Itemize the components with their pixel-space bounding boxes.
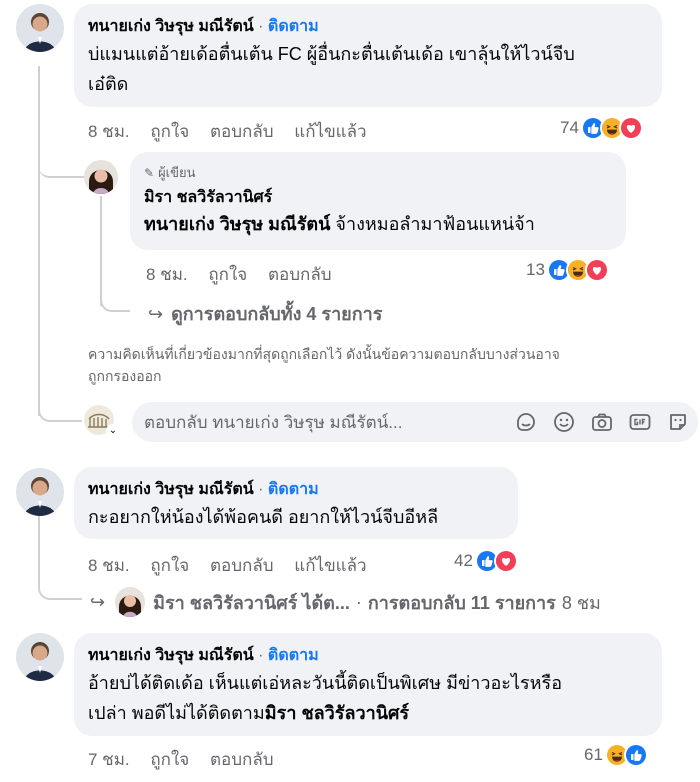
reply-text-body: จ้างหมอลำมาฟ้อนแหน่จ้า (335, 214, 535, 234)
filter-note-line: ความคิดเห็นที่เกี่ยวข้องมากที่สุดถูกเลือ… (88, 346, 560, 362)
reaction-summary[interactable]: 13 (526, 258, 609, 282)
reply-arrow-icon: ↪ (148, 304, 164, 324)
love-reaction-icon (618, 116, 643, 140)
author-badge: ✎ ผู้เขียน (144, 162, 612, 183)
comment-text-line: เปล่า พอดีไม่ได้ติดตามมิรา ชลวิรัลวานิศร… (88, 698, 648, 728)
reaction-summary[interactable]: 61 (584, 743, 648, 767)
comment-time[interactable]: 7 ชม. (88, 750, 130, 769)
comment-author[interactable]: ทนายเก่ง วิษรุษ มณีรัตน์ (88, 647, 254, 664)
thread-curve-view (100, 286, 130, 312)
chevron-down-icon[interactable]: ⌄ (106, 424, 120, 438)
latest-reply-preview[interactable]: ↪ มิรา ชลวิรัลวานิศร์ ได้ต... · การตอบกล… (90, 587, 601, 617)
reaction-summary[interactable]: 42 (454, 549, 518, 573)
comment-time[interactable]: 8 ชม. (88, 556, 130, 575)
reply-input-placeholder: ตอบกลับ ทนายเก่ง วิษรุษ มณีรัตน์... (144, 412, 403, 432)
avatar (115, 587, 146, 617)
reaction-summary[interactable]: 74 (560, 116, 643, 140)
follow-button[interactable]: ติดตาม (268, 481, 319, 498)
follow-button[interactable]: ติดตาม (268, 647, 319, 664)
reply-input-tools (514, 410, 698, 434)
comment-time[interactable]: 8 ชม. (88, 122, 130, 141)
pencil-icon: ✎ (144, 165, 155, 180)
mention-tag[interactable]: ทนายเก่ง วิษรุษ มณีรัตน์ (144, 214, 330, 234)
reply-text: ทนายเก่ง วิษรุษ มณีรัตน์ จ้างหมอลำมาฟ้อน… (144, 210, 612, 238)
comment-author[interactable]: ทนายเก่ง วิษรุษ มณีรัตน์ (88, 481, 254, 498)
reaction-count: 61 (584, 745, 603, 764)
thread-curve-reply (38, 150, 84, 178)
comment-actions: 8 ชม. ถูกใจ ตอบกลับ แก้ไขแล้ว (88, 118, 383, 145)
filter-note-line: ถูกกรองออก (88, 368, 162, 384)
like-reaction-icon (623, 743, 648, 767)
edited-label: แก้ไขแล้ว (294, 556, 367, 575)
separator-dot: · (258, 18, 264, 35)
gif-icon[interactable] (628, 410, 652, 434)
like-button[interactable]: ถูกใจ (208, 265, 247, 284)
follow-button[interactable]: ติดตาม (268, 18, 319, 35)
avatar[interactable] (16, 4, 64, 52)
edited-label: แก้ไขแล้ว (294, 122, 367, 141)
reply-preview-time: 8 ชม (561, 592, 601, 613)
reaction-count: 74 (560, 118, 579, 137)
reply-actions: 8 ชม. ถูกใจ ตอบกลับ (146, 261, 348, 288)
separator-dot: · (355, 591, 362, 612)
view-all-replies-link[interactable]: ↪ ดูการตอบกลับทั้ง 4 รายการ (148, 299, 382, 328)
separator-dot: · (258, 647, 264, 664)
thread-curve-input (38, 396, 82, 422)
reaction-count: 13 (526, 260, 545, 279)
avatar[interactable] (16, 468, 64, 516)
sticker-icon[interactable] (514, 410, 538, 434)
reply-button[interactable]: ตอบกลับ (268, 265, 332, 284)
comment-text-segment: เปล่า พอดีไม่ได้ติดตาม (88, 703, 265, 723)
reply-button[interactable]: ตอบกลับ (210, 556, 274, 575)
reply-time[interactable]: 8 ชม. (146, 265, 188, 284)
separator-dot: · (258, 481, 264, 498)
reply-preview-author: มิรา ชลวิรัลวานิศร์ ได้ต... (153, 592, 350, 613)
mention-tag[interactable]: มิรา ชลวิรัลวานิศร์ (265, 703, 409, 723)
love-reaction-icon (493, 549, 518, 573)
comment-bubble: ทนายเก่ง วิษรุษ มณีรัตน์ · ติดตาม อ้ายบ่… (74, 633, 662, 736)
comment-bubble: ทนายเก่ง วิษรุษ มณีรัตน์ · ติดตาม บ่แมนแ… (74, 4, 662, 107)
view-all-replies-label: ดูการตอบกลับทั้ง 4 รายการ (171, 304, 383, 324)
reply-input[interactable]: ตอบกลับ ทนายเก่ง วิษรุษ มณีรัตน์... (132, 402, 698, 442)
comment-bubble: ทนายเก่ง วิษรุษ มณีรัตน์ · ติดตาม กะอยาก… (74, 467, 518, 539)
reaction-count: 42 (454, 551, 473, 570)
avatar-sticker-icon[interactable] (666, 410, 690, 434)
comment-actions: 8 ชม. ถูกใจ ตอบกลับ แก้ไขแล้ว (88, 552, 383, 579)
comment-actions: 7 ชม. ถูกใจ ตอบกลับ (88, 746, 290, 773)
reply-arrow-icon: ↪ (90, 591, 106, 612)
thread-line-1 (38, 66, 40, 416)
like-button[interactable]: ถูกใจ (150, 556, 189, 575)
reply-button[interactable]: ตอบกลับ (210, 750, 274, 769)
emoji-icon[interactable] (552, 410, 576, 434)
reply-bubble: ✎ ผู้เขียน มิรา ชลวิรัลวานิศร์ ทนายเก่ง … (130, 152, 626, 250)
reply-button[interactable]: ตอบกลับ (210, 122, 274, 141)
like-button[interactable]: ถูกใจ (150, 750, 189, 769)
comment-text-line: กะอยากให่น้องได้พ้อคนดี อยากให้ไวน์จีบอี… (88, 507, 439, 527)
comment-author[interactable]: ทนายเก่ง วิษรุษ มณีรัตน์ (88, 18, 254, 35)
reply-count-label: การตอบกลับ 11 รายการ (367, 592, 556, 613)
like-button[interactable]: ถูกใจ (150, 122, 189, 141)
avatar[interactable] (84, 160, 118, 194)
comment-text-line: เอ๋ติด (88, 74, 129, 94)
camera-icon[interactable] (590, 410, 614, 434)
reply-author[interactable]: มิรา ชลวิรัลวานิศร์ (144, 185, 612, 210)
avatar[interactable] (16, 633, 64, 681)
comment-text-line: อ้ายบ่ได้ติดเด้อ เห็นแต่เอ่หละวันนี้ติดเ… (88, 673, 563, 693)
love-reaction-icon (584, 258, 609, 282)
filter-note: ความคิดเห็นที่เกี่ยวข้องมากที่สุดถูกเลือ… (88, 343, 700, 387)
author-badge-label: ผู้เขียน (158, 165, 196, 180)
comment-text-line: บ่แมนแต่อ้ายเด้อตื่นเต้น FC ผู้อื่นกะตื่… (88, 44, 575, 64)
